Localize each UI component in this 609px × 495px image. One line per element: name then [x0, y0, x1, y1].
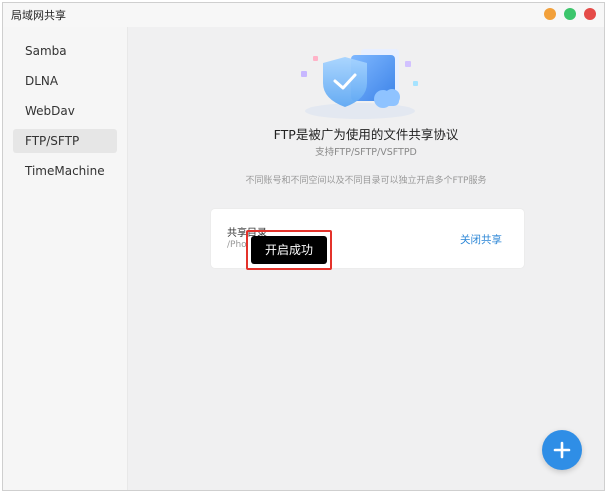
sidebar: Samba DLNA WebDav FTP/SFTP TimeMachine: [3, 27, 128, 490]
protocol-support-text: 支持FTP/SFTP/VSFTPD: [315, 147, 417, 158]
info-note: 不同账号和不同空间以及不同目录可以独立开启多个FTP服务: [245, 176, 487, 186]
sidebar-item-timemachine[interactable]: TimeMachine: [13, 159, 117, 183]
minimize-button[interactable]: [544, 8, 556, 20]
share-directory-path: /Pho: [227, 240, 247, 250]
shared-folder-illustration-icon: [301, 49, 418, 119]
success-toast: 开启成功: [251, 236, 327, 264]
app-window: 局域网共享 Samba DLNA WebDav FTP/SFTP TimeMac…: [2, 2, 605, 491]
sidebar-item-webdav[interactable]: WebDav: [13, 99, 117, 123]
plus-icon: [553, 441, 571, 459]
sidebar-item-dlna[interactable]: DLNA: [13, 69, 117, 93]
main-content: FTP是被广为使用的文件共享协议 支持FTP/SFTP/VSFTPD 不同账号和…: [128, 27, 604, 490]
title-bar: 局域网共享: [3, 3, 604, 27]
sidebar-item-ftp-sftp[interactable]: FTP/SFTP: [13, 129, 117, 153]
close-button[interactable]: [584, 8, 596, 20]
maximize-button[interactable]: [564, 8, 576, 20]
close-share-button[interactable]: 关闭共享: [460, 232, 502, 247]
window-controls: [544, 8, 596, 20]
add-button[interactable]: [542, 430, 582, 470]
sidebar-nav: Samba DLNA WebDav FTP/SFTP TimeMachine: [3, 39, 127, 183]
toast-highlight-frame: 开启成功: [246, 230, 332, 270]
page-headline: FTP是被广为使用的文件共享协议: [273, 127, 459, 142]
window-title: 局域网共享: [11, 9, 66, 22]
sidebar-item-samba[interactable]: Samba: [13, 39, 117, 63]
